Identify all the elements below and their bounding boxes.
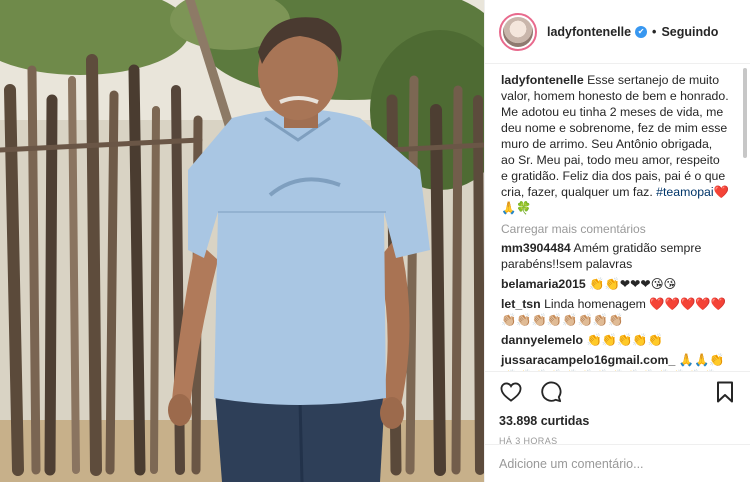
caption-text: Esse sertanejo de muito valor, homem hon… xyxy=(501,73,729,199)
post-actions: 33.898 curtidas HÁ 3 HORAS xyxy=(485,371,750,446)
comment-text: 👏👏👏👏👏 xyxy=(586,333,663,347)
avatar-image xyxy=(503,16,533,47)
like-button[interactable] xyxy=(499,380,523,404)
comment-item: belamaria2015 👏👏❤❤❤😘😘 xyxy=(501,276,729,292)
likes-count[interactable]: 33.898 curtidas xyxy=(499,414,737,428)
instagram-post: ladyfontenelle ✔ • Seguindo ladyfontenel… xyxy=(0,0,750,482)
header-username[interactable]: ladyfontenelle xyxy=(547,25,631,39)
heart-icon xyxy=(500,382,522,402)
comment-username[interactable]: belamaria2015 xyxy=(501,277,586,291)
follow-status-button[interactable]: Seguindo xyxy=(661,25,718,39)
comments-list[interactable]: ladyfontenelle Esse sertanejo de muito v… xyxy=(485,64,743,371)
comment-username[interactable]: jussaracampelo16gmail.com_ xyxy=(501,353,675,367)
save-button[interactable] xyxy=(713,380,737,404)
comment-username[interactable]: dannyelemelo xyxy=(501,333,583,347)
comment-username[interactable]: mm3904484 xyxy=(501,241,571,255)
post-caption: ladyfontenelle Esse sertanejo de muito v… xyxy=(501,72,729,216)
comment-text: 👏👏❤❤❤😘😘 xyxy=(589,277,677,291)
post-side-panel: ladyfontenelle ✔ • Seguindo ladyfontenel… xyxy=(484,0,750,482)
comment-item: dannyelemelo 👏👏👏👏👏 xyxy=(501,332,729,348)
speech-bubble-icon xyxy=(541,381,562,403)
post-photo[interactable] xyxy=(0,0,484,482)
comment-item: mm3904484 Amém gratidão sempre parabéns!… xyxy=(501,240,729,272)
comment-item: let_tsn Linda homenagem ❤️❤️❤️❤️❤️ 👏🏼👏🏼👏… xyxy=(501,296,729,328)
photo-illustration xyxy=(0,0,484,482)
verified-badge-icon: ✔ xyxy=(635,25,648,38)
separator-dot: • xyxy=(652,24,657,39)
load-more-comments-button[interactable]: Carregar mais comentários xyxy=(501,222,729,236)
comment-button[interactable] xyxy=(539,380,563,404)
avatar[interactable] xyxy=(499,12,537,51)
bookmark-icon xyxy=(717,381,733,403)
post-header: ladyfontenelle ✔ • Seguindo xyxy=(485,0,750,64)
comment-username[interactable]: let_tsn xyxy=(501,297,541,311)
comments-scrollbar[interactable] xyxy=(743,68,747,158)
caption-hashtag[interactable]: #teamopai xyxy=(656,185,713,199)
action-icons-row xyxy=(499,380,737,404)
comment-item: jussaracampelo16gmail.com_ 🙏🙏👏👏👏👏👏👏👏👏👏👏👏… xyxy=(501,352,729,371)
add-comment-input[interactable] xyxy=(499,456,737,471)
add-comment-bar xyxy=(485,444,750,482)
caption-username[interactable]: ladyfontenelle xyxy=(501,73,584,87)
